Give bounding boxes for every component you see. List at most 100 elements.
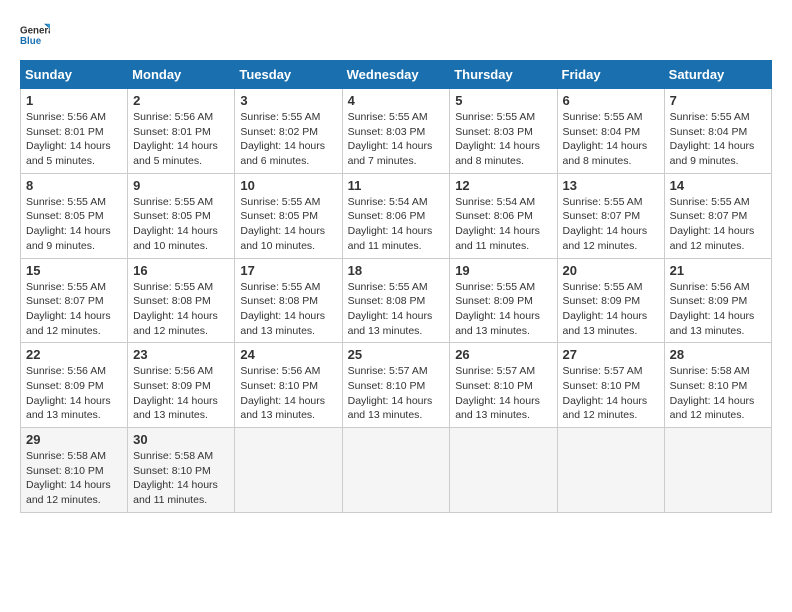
col-header-thursday: Thursday (450, 61, 557, 89)
calendar-cell (557, 428, 664, 513)
calendar-cell: 19 Sunrise: 5:55 AMSunset: 8:09 PMDaylig… (450, 258, 557, 343)
calendar-cell: 5 Sunrise: 5:55 AMSunset: 8:03 PMDayligh… (450, 89, 557, 174)
day-number: 28 (670, 347, 766, 362)
calendar-cell: 3 Sunrise: 5:55 AMSunset: 8:02 PMDayligh… (235, 89, 342, 174)
calendar-cell (450, 428, 557, 513)
calendar-cell: 21 Sunrise: 5:56 AMSunset: 8:09 PMDaylig… (664, 258, 771, 343)
day-number: 30 (133, 432, 229, 447)
day-number: 16 (133, 263, 229, 278)
day-info: Sunrise: 5:55 AMSunset: 8:03 PMDaylight:… (348, 111, 433, 167)
day-info: Sunrise: 5:56 AMSunset: 8:10 PMDaylight:… (240, 365, 325, 421)
calendar-cell: 22 Sunrise: 5:56 AMSunset: 8:09 PMDaylig… (21, 343, 128, 428)
day-info: Sunrise: 5:57 AMSunset: 8:10 PMDaylight:… (455, 365, 540, 421)
day-info: Sunrise: 5:55 AMSunset: 8:09 PMDaylight:… (455, 281, 540, 337)
day-number: 15 (26, 263, 122, 278)
day-info: Sunrise: 5:54 AMSunset: 8:06 PMDaylight:… (348, 196, 433, 252)
calendar-cell: 24 Sunrise: 5:56 AMSunset: 8:10 PMDaylig… (235, 343, 342, 428)
calendar-cell: 9 Sunrise: 5:55 AMSunset: 8:05 PMDayligh… (128, 173, 235, 258)
day-info: Sunrise: 5:55 AMSunset: 8:07 PMDaylight:… (670, 196, 755, 252)
calendar-week-2: 8 Sunrise: 5:55 AMSunset: 8:05 PMDayligh… (21, 173, 772, 258)
calendar-cell: 12 Sunrise: 5:54 AMSunset: 8:06 PMDaylig… (450, 173, 557, 258)
day-info: Sunrise: 5:57 AMSunset: 8:10 PMDaylight:… (563, 365, 648, 421)
col-header-monday: Monday (128, 61, 235, 89)
day-number: 19 (455, 263, 551, 278)
day-number: 14 (670, 178, 766, 193)
calendar-cell: 13 Sunrise: 5:55 AMSunset: 8:07 PMDaylig… (557, 173, 664, 258)
calendar-cell: 1 Sunrise: 5:56 AMSunset: 8:01 PMDayligh… (21, 89, 128, 174)
day-number: 9 (133, 178, 229, 193)
logo: General Blue (20, 20, 50, 50)
day-info: Sunrise: 5:55 AMSunset: 8:07 PMDaylight:… (563, 196, 648, 252)
day-info: Sunrise: 5:57 AMSunset: 8:10 PMDaylight:… (348, 365, 433, 421)
day-number: 7 (670, 93, 766, 108)
calendar-cell: 25 Sunrise: 5:57 AMSunset: 8:10 PMDaylig… (342, 343, 450, 428)
page-header: General Blue (20, 20, 772, 50)
col-header-tuesday: Tuesday (235, 61, 342, 89)
col-header-saturday: Saturday (664, 61, 771, 89)
day-info: Sunrise: 5:55 AMSunset: 8:08 PMDaylight:… (133, 281, 218, 337)
day-number: 5 (455, 93, 551, 108)
calendar-week-5: 29 Sunrise: 5:58 AMSunset: 8:10 PMDaylig… (21, 428, 772, 513)
calendar-cell: 20 Sunrise: 5:55 AMSunset: 8:09 PMDaylig… (557, 258, 664, 343)
day-info: Sunrise: 5:55 AMSunset: 8:05 PMDaylight:… (133, 196, 218, 252)
day-info: Sunrise: 5:55 AMSunset: 8:05 PMDaylight:… (26, 196, 111, 252)
calendar-cell: 4 Sunrise: 5:55 AMSunset: 8:03 PMDayligh… (342, 89, 450, 174)
col-header-wednesday: Wednesday (342, 61, 450, 89)
calendar-cell: 28 Sunrise: 5:58 AMSunset: 8:10 PMDaylig… (664, 343, 771, 428)
day-number: 20 (563, 263, 659, 278)
day-info: Sunrise: 5:55 AMSunset: 8:07 PMDaylight:… (26, 281, 111, 337)
calendar-cell (342, 428, 450, 513)
day-number: 10 (240, 178, 336, 193)
calendar-cell: 6 Sunrise: 5:55 AMSunset: 8:04 PMDayligh… (557, 89, 664, 174)
day-number: 6 (563, 93, 659, 108)
day-number: 11 (348, 178, 445, 193)
calendar-cell: 15 Sunrise: 5:55 AMSunset: 8:07 PMDaylig… (21, 258, 128, 343)
day-info: Sunrise: 5:55 AMSunset: 8:04 PMDaylight:… (670, 111, 755, 167)
calendar-cell (235, 428, 342, 513)
calendar-header-row: SundayMondayTuesdayWednesdayThursdayFrid… (21, 61, 772, 89)
calendar-table: SundayMondayTuesdayWednesdayThursdayFrid… (20, 60, 772, 513)
calendar-cell (664, 428, 771, 513)
day-number: 22 (26, 347, 122, 362)
day-number: 27 (563, 347, 659, 362)
calendar-cell: 14 Sunrise: 5:55 AMSunset: 8:07 PMDaylig… (664, 173, 771, 258)
day-info: Sunrise: 5:56 AMSunset: 8:09 PMDaylight:… (26, 365, 111, 421)
calendar-week-3: 15 Sunrise: 5:55 AMSunset: 8:07 PMDaylig… (21, 258, 772, 343)
day-number: 23 (133, 347, 229, 362)
calendar-cell: 17 Sunrise: 5:55 AMSunset: 8:08 PMDaylig… (235, 258, 342, 343)
calendar-week-1: 1 Sunrise: 5:56 AMSunset: 8:01 PMDayligh… (21, 89, 772, 174)
day-info: Sunrise: 5:56 AMSunset: 8:09 PMDaylight:… (670, 281, 755, 337)
day-number: 1 (26, 93, 122, 108)
day-info: Sunrise: 5:58 AMSunset: 8:10 PMDaylight:… (670, 365, 755, 421)
day-number: 4 (348, 93, 445, 108)
day-info: Sunrise: 5:55 AMSunset: 8:03 PMDaylight:… (455, 111, 540, 167)
day-info: Sunrise: 5:58 AMSunset: 8:10 PMDaylight:… (133, 450, 218, 506)
calendar-cell: 29 Sunrise: 5:58 AMSunset: 8:10 PMDaylig… (21, 428, 128, 513)
day-info: Sunrise: 5:56 AMSunset: 8:01 PMDaylight:… (133, 111, 218, 167)
day-info: Sunrise: 5:55 AMSunset: 8:04 PMDaylight:… (563, 111, 648, 167)
day-number: 26 (455, 347, 551, 362)
day-info: Sunrise: 5:56 AMSunset: 8:09 PMDaylight:… (133, 365, 218, 421)
svg-text:General: General (20, 26, 50, 37)
logo-icon: General Blue (20, 20, 50, 50)
calendar-cell: 23 Sunrise: 5:56 AMSunset: 8:09 PMDaylig… (128, 343, 235, 428)
calendar-cell: 27 Sunrise: 5:57 AMSunset: 8:10 PMDaylig… (557, 343, 664, 428)
calendar-cell: 11 Sunrise: 5:54 AMSunset: 8:06 PMDaylig… (342, 173, 450, 258)
day-number: 18 (348, 263, 445, 278)
day-info: Sunrise: 5:55 AMSunset: 8:08 PMDaylight:… (240, 281, 325, 337)
day-info: Sunrise: 5:56 AMSunset: 8:01 PMDaylight:… (26, 111, 111, 167)
calendar-cell: 8 Sunrise: 5:55 AMSunset: 8:05 PMDayligh… (21, 173, 128, 258)
calendar-cell: 7 Sunrise: 5:55 AMSunset: 8:04 PMDayligh… (664, 89, 771, 174)
day-number: 17 (240, 263, 336, 278)
day-info: Sunrise: 5:55 AMSunset: 8:05 PMDaylight:… (240, 196, 325, 252)
col-header-friday: Friday (557, 61, 664, 89)
day-info: Sunrise: 5:54 AMSunset: 8:06 PMDaylight:… (455, 196, 540, 252)
day-number: 8 (26, 178, 122, 193)
day-number: 3 (240, 93, 336, 108)
day-number: 13 (563, 178, 659, 193)
day-number: 2 (133, 93, 229, 108)
svg-text:Blue: Blue (20, 36, 42, 47)
calendar-cell: 16 Sunrise: 5:55 AMSunset: 8:08 PMDaylig… (128, 258, 235, 343)
col-header-sunday: Sunday (21, 61, 128, 89)
day-number: 29 (26, 432, 122, 447)
